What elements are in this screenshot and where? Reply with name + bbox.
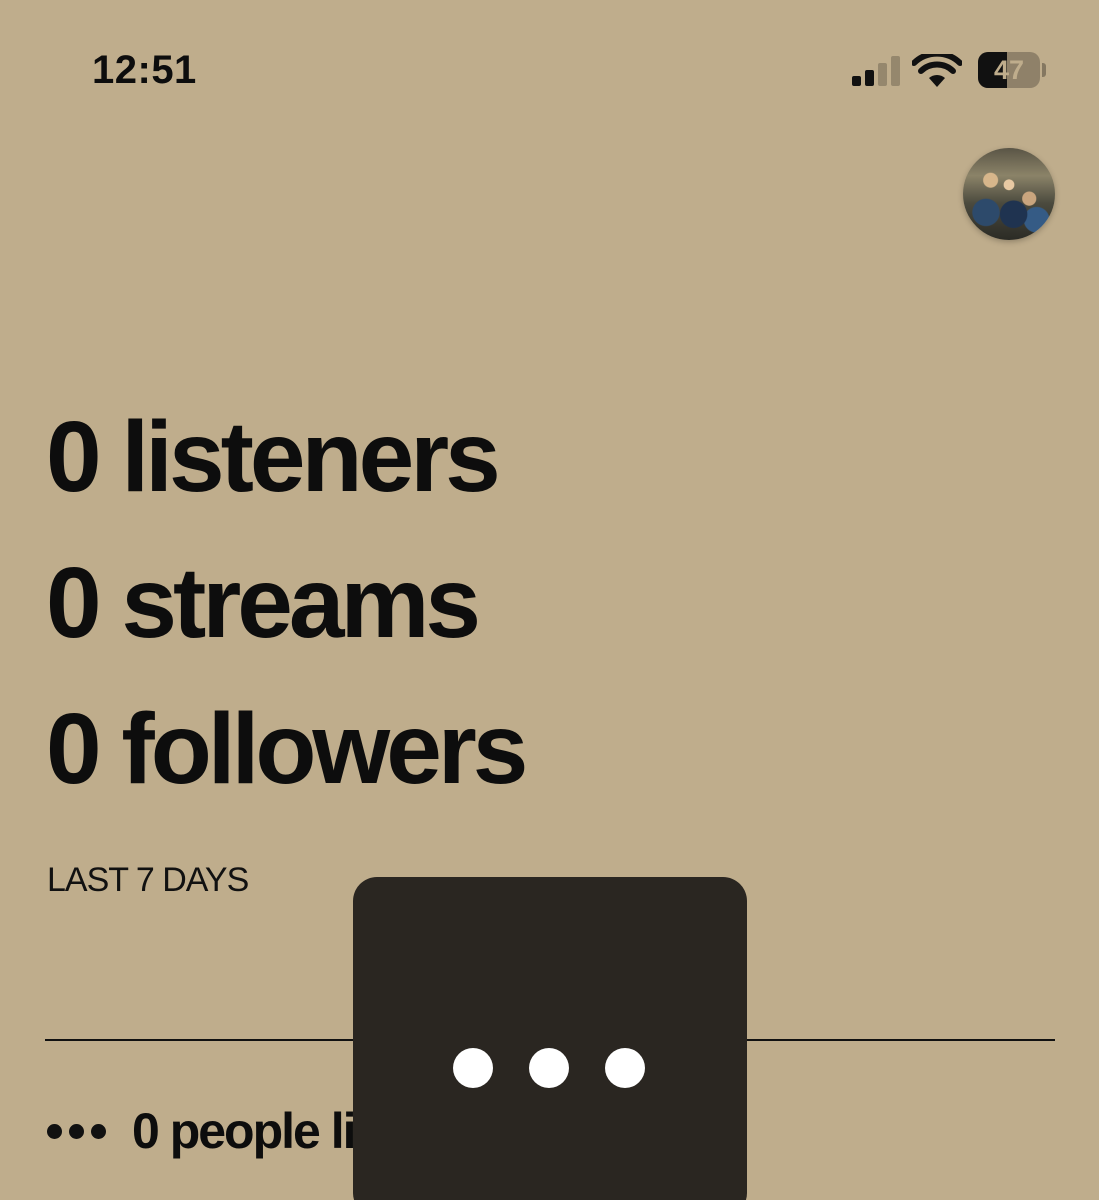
followers-stat: 0 followers — [46, 693, 528, 805]
battery-icon: 47 — [978, 52, 1046, 88]
stats-summary: 0 listeners 0 streams 0 followers — [46, 384, 528, 822]
profile-avatar[interactable] — [963, 148, 1055, 240]
app-screen: 12:51 47 0 listeners 0 streams 0 followe… — [0, 0, 1099, 1200]
loading-dots-icon — [453, 1048, 645, 1088]
wifi-icon — [912, 54, 962, 87]
loading-overlay — [353, 877, 747, 1200]
status-time: 12:51 — [92, 48, 197, 92]
battery-level: 47 — [993, 55, 1025, 85]
cellular-signal-icon — [852, 54, 900, 86]
streams-stat: 0 streams — [46, 547, 481, 659]
listeners-stat: 0 listeners — [46, 401, 501, 513]
ellipsis-dots-icon — [47, 1123, 106, 1139]
period-label: LAST 7 DAYS — [47, 861, 249, 899]
